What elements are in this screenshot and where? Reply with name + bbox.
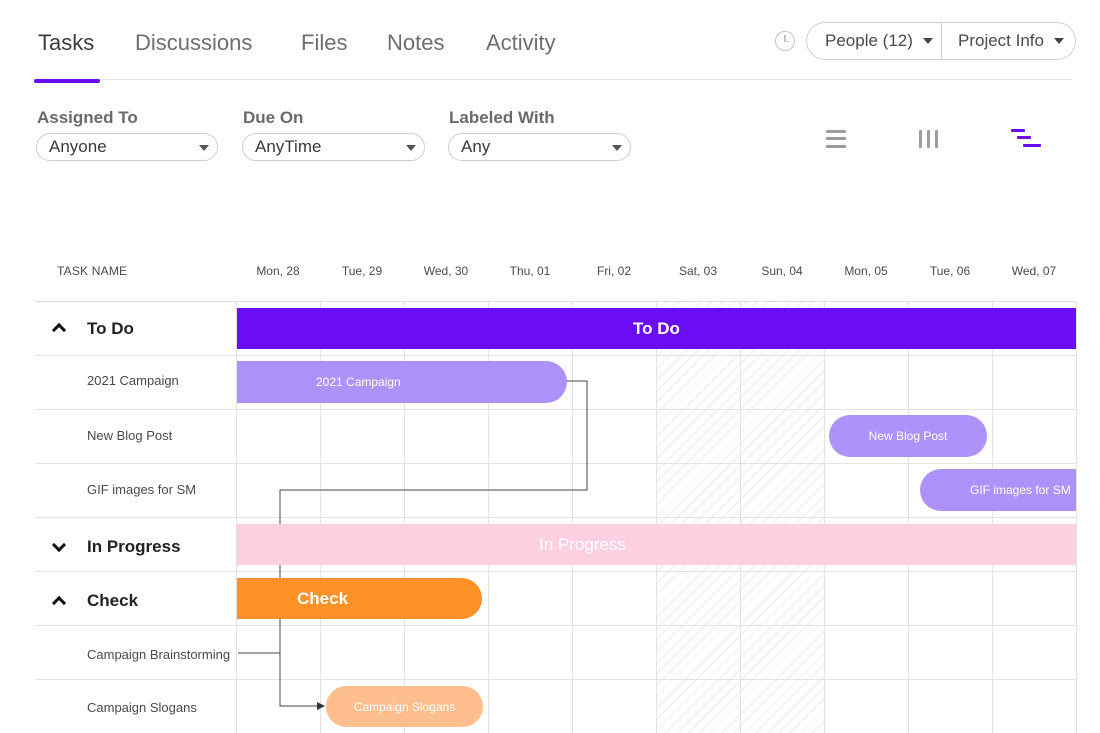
task-campaign-slogans-bar-label: Campaign Slogans xyxy=(353,699,456,714)
task-gif-images-bar-label: GIF images for SM xyxy=(970,483,1071,497)
task-campaign-slogans-bar[interactable]: Campaign Slogans xyxy=(326,686,483,727)
task-2021-campaign-bar[interactable]: 2021 Campaign xyxy=(237,361,567,403)
todo-group-bar[interactable]: To Do xyxy=(237,308,1076,349)
todo-bar-label: To Do xyxy=(633,318,680,338)
check-bar-label: Check xyxy=(297,588,349,608)
in-progress-bar-label: In Progress xyxy=(539,534,626,554)
gantt-chart: TASK NAME Mon, 28 Tue, 29 Wed, 30 Thu, 01 Fr… xyxy=(0,0,1100,733)
task-gif-images-bar[interactable]: GIF images for SM xyxy=(920,469,1076,511)
task-new-blog-post-bar-label: New Blog Post xyxy=(868,429,948,443)
task-2021-campaign-bar-label: 2021 Campaign xyxy=(316,375,401,389)
check-group-bar[interactable]: Check xyxy=(237,578,482,619)
in-progress-group-bar[interactable]: In Progress xyxy=(237,524,1076,565)
task-new-blog-post-bar[interactable]: New Blog Post xyxy=(829,415,987,457)
